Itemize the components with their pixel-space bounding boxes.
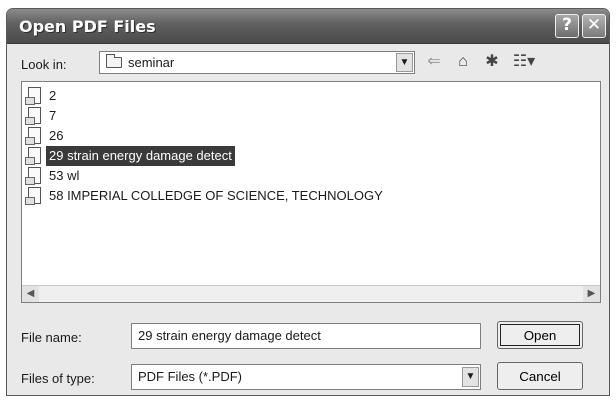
chevron-down-icon[interactable]: ▼ — [396, 53, 413, 72]
pdf-file-icon — [25, 167, 41, 185]
pdf-file-icon — [25, 127, 41, 145]
new-folder-icon[interactable]: ✱ — [481, 52, 503, 72]
cancel-button[interactable]: Cancel — [497, 362, 583, 390]
title-bar[interactable]: Open PDF Files ? ✕ — [7, 9, 609, 44]
file-type-value: PDF Files (*.PDF) — [138, 369, 242, 384]
file-name-text: 7 — [49, 108, 57, 123]
horizontal-scrollbar[interactable]: ◀ ▶ — [22, 285, 600, 302]
file-type-label: Files of type: — [21, 371, 95, 386]
pdf-file-icon — [25, 107, 41, 125]
file-name-field[interactable]: 29 strain energy damage detect — [131, 323, 481, 349]
open-button[interactable]: Open — [497, 321, 583, 349]
scroll-left-icon[interactable]: ◀ — [22, 286, 39, 302]
back-arrow-icon[interactable]: ⇐ — [425, 52, 443, 72]
file-type-dropdown[interactable]: PDF Files (*.PDF) ▼ — [131, 364, 481, 390]
up-one-level-icon[interactable]: ⌂ — [453, 52, 473, 72]
pdf-file-icon — [25, 187, 41, 205]
file-list[interactable]: 2 7 26 29 strain energy damage detect 53… — [21, 81, 601, 303]
file-name-text: 58 IMPERIAL COLLEDGE OF SCIENCE, TECHNOL… — [49, 188, 383, 203]
pdf-file-icon — [25, 87, 41, 105]
file-name-text: 29 strain energy damage detect — [46, 146, 235, 166]
file-name-text: 2 — [49, 88, 57, 103]
look-in-dropdown[interactable]: seminar ▼ — [99, 51, 415, 74]
file-name-text: 26 — [49, 128, 64, 143]
view-menu-icon[interactable]: ☷▾ — [511, 52, 537, 72]
folder-icon — [106, 54, 122, 68]
help-button[interactable]: ? — [555, 14, 579, 38]
look-in-value: seminar — [128, 55, 175, 70]
pdf-file-icon — [25, 147, 41, 165]
file-name-text: 53 wl — [49, 168, 80, 183]
open-pdf-dialog: Open PDF Files ? ✕ Look in: seminar ▼ ⇐ … — [6, 8, 610, 396]
dialog-title: Open PDF Files — [19, 17, 156, 36]
chevron-down-icon[interactable]: ▼ — [462, 367, 479, 387]
file-name-label: File name: — [21, 330, 82, 345]
close-button[interactable]: ✕ — [582, 14, 606, 38]
look-in-label: Look in: — [21, 57, 67, 72]
scroll-right-icon[interactable]: ▶ — [583, 286, 600, 302]
